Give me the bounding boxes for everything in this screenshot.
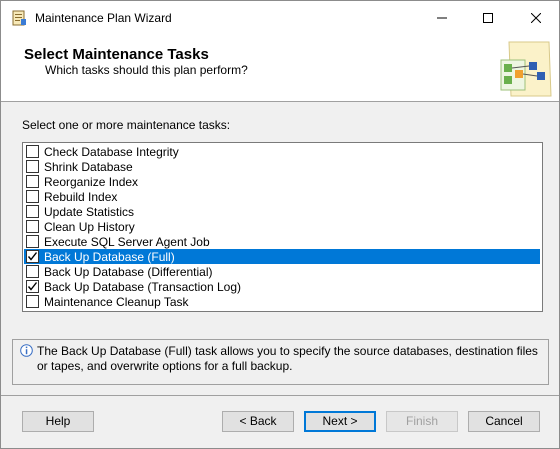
task-label: Clean Up History — [44, 219, 135, 234]
maintenance-task-list[interactable]: Check Database Integrity Shrink Database… — [22, 142, 543, 312]
task-row-shrink-database[interactable]: Shrink Database — [24, 159, 540, 174]
task-checkbox[interactable] — [26, 220, 39, 233]
task-label: Maintenance Cleanup Task — [44, 294, 189, 309]
task-label: Check Database Integrity — [44, 144, 179, 159]
footer-divider — [1, 395, 559, 396]
maintenance-plan-graphic-icon — [491, 40, 553, 101]
task-label: Back Up Database (Full) — [44, 249, 175, 264]
task-checkbox[interactable] — [26, 160, 39, 173]
cancel-button[interactable]: Cancel — [468, 411, 540, 432]
task-row-reorganize-index[interactable]: Reorganize Index — [24, 174, 540, 189]
next-button[interactable]: Next > — [304, 411, 376, 432]
window-title: Maintenance Plan Wizard — [35, 11, 172, 25]
maximize-button[interactable] — [465, 1, 511, 35]
minimize-icon — [437, 17, 447, 19]
task-row-backup-differential[interactable]: Back Up Database (Differential) — [24, 264, 540, 279]
task-description-text: The Back Up Database (Full) task allows … — [37, 344, 538, 373]
task-label: Update Statistics — [44, 204, 135, 219]
task-row-maintenance-cleanup[interactable]: Maintenance Cleanup Task — [24, 294, 540, 309]
title-bar[interactable]: Maintenance Plan Wizard — [1, 1, 559, 35]
close-icon — [531, 13, 541, 23]
task-checkbox[interactable] — [26, 205, 39, 218]
maintenance-plan-wizard-window: Maintenance Plan Wizard Select Maintenan… — [0, 0, 560, 449]
wizard-app-icon — [11, 10, 27, 26]
task-checkbox[interactable] — [26, 190, 39, 203]
task-row-backup-full[interactable]: Back Up Database (Full) — [24, 249, 540, 264]
task-label: Execute SQL Server Agent Job — [44, 234, 210, 249]
task-checkbox[interactable] — [26, 145, 39, 158]
task-label: Rebuild Index — [44, 189, 118, 204]
close-button[interactable] — [513, 1, 559, 35]
task-checkbox[interactable] — [26, 175, 39, 188]
task-row-rebuild-index[interactable]: Rebuild Index — [24, 189, 540, 204]
task-checkbox[interactable] — [26, 250, 39, 263]
task-description-box: The Back Up Database (Full) task allows … — [12, 339, 549, 385]
page-subtitle: Which tasks should this plan perform? — [45, 63, 248, 77]
task-label: Back Up Database (Differential) — [44, 264, 213, 279]
info-icon — [20, 344, 33, 360]
task-row-clean-up-history[interactable]: Clean Up History — [24, 219, 540, 234]
task-row-backup-transaction-log[interactable]: Back Up Database (Transaction Log) — [24, 279, 540, 294]
task-checkbox[interactable] — [26, 280, 39, 293]
task-row-update-statistics[interactable]: Update Statistics — [24, 204, 540, 219]
task-label: Shrink Database — [44, 159, 133, 174]
task-row-execute-agent-job[interactable]: Execute SQL Server Agent Job — [24, 234, 540, 249]
wizard-header: Select Maintenance Tasks Which tasks sho… — [1, 35, 559, 102]
finish-button[interactable]: Finish — [386, 411, 458, 432]
task-label: Reorganize Index — [44, 174, 139, 189]
task-row-check-database-integrity[interactable]: Check Database Integrity — [24, 144, 540, 159]
back-button[interactable]: < Back — [222, 411, 294, 432]
task-label: Back Up Database (Transaction Log) — [44, 279, 241, 294]
help-button[interactable]: Help — [22, 411, 94, 432]
checkmark-icon — [27, 282, 38, 291]
page-title: Select Maintenance Tasks — [24, 46, 209, 63]
task-list-prompt: Select one or more maintenance tasks: — [22, 118, 231, 132]
task-checkbox[interactable] — [26, 235, 39, 248]
task-checkbox[interactable] — [26, 295, 39, 308]
maximize-icon — [483, 13, 493, 23]
minimize-button[interactable] — [419, 1, 465, 35]
task-checkbox[interactable] — [26, 265, 39, 278]
checkmark-icon — [27, 252, 38, 261]
